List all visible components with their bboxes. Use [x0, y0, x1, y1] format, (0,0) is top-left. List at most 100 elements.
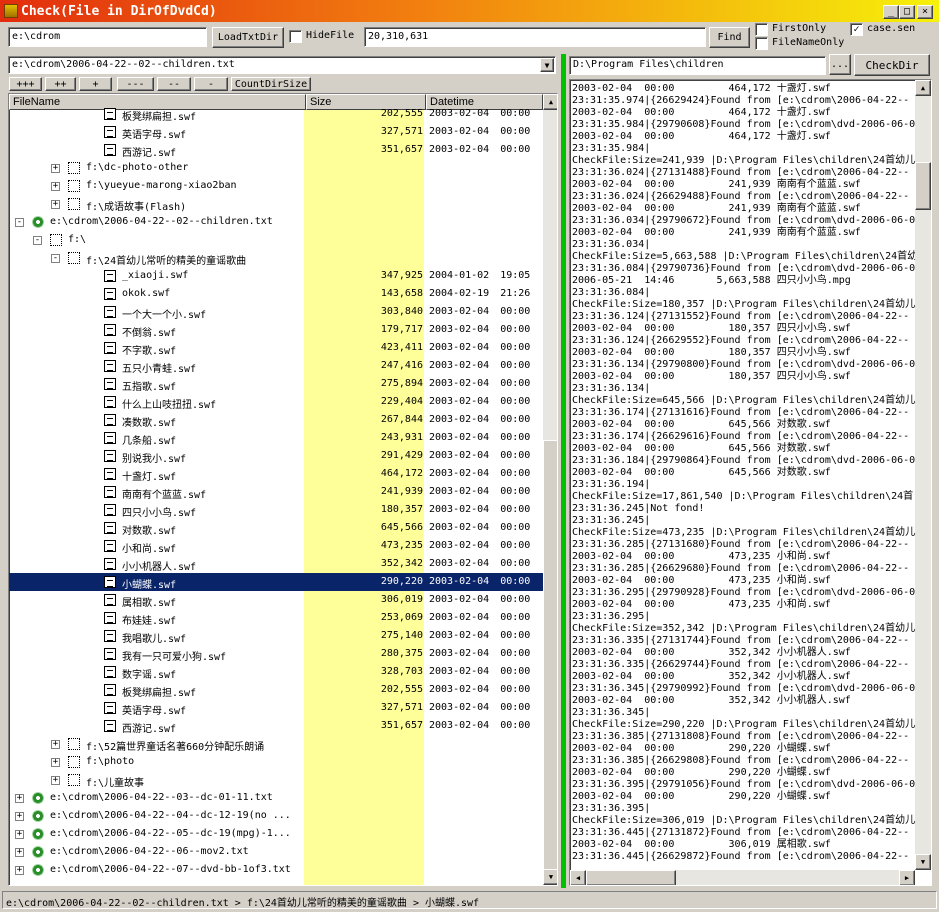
expand-plus-icon[interactable]: +	[15, 812, 24, 821]
tree-folder-row[interactable]: - f:\24首幼儿常听的精美的童谣歌曲	[9, 249, 543, 267]
firstonly-checkbox[interactable]	[755, 23, 768, 36]
tree-folder-row[interactable]: + f:\52篇世界童话名著660分钟配乐朗诵	[9, 735, 543, 753]
collapse-minus-icon[interactable]: -	[51, 254, 60, 263]
expand-plus-icon[interactable]: +	[51, 200, 60, 209]
collapse-two-button[interactable]: --	[157, 77, 191, 91]
tree-file-row[interactable]: 我唱歌儿.swf 275,140 2003-02-04 00:00	[9, 627, 543, 645]
log-vertical-scrollbar[interactable]: ▲ ▼	[915, 80, 931, 870]
tree-file-row[interactable]: 西游记.swf 351,657 2003-02-04 00:00	[9, 717, 543, 735]
tree-file-row[interactable]: 西游记.swf 351,657 2003-02-04 00:00	[9, 141, 543, 159]
casesen-checkbox[interactable]: ✓	[850, 23, 863, 36]
expand-plus-icon[interactable]: +	[15, 830, 24, 839]
log-line: 2003-02-04 00:00 473,235 小和尚.swf	[572, 575, 831, 586]
tree-file-row[interactable]: 不字歌.swf 423,411 2003-02-04 00:00	[9, 339, 543, 357]
tree-file-row[interactable]: 布娃娃.swf 253,069 2003-02-04 00:00	[9, 609, 543, 627]
panel-splitter[interactable]	[561, 54, 566, 888]
count-dir-size-button[interactable]: CountDirSize	[231, 77, 311, 91]
close-button[interactable]: ×	[917, 5, 933, 19]
row-date: 2003-02-04	[429, 306, 490, 317]
cd-icon	[32, 792, 44, 804]
tree-cd-row[interactable]: - e:\cdrom\2006-04-22--02--children.txt	[9, 213, 543, 231]
dir-input[interactable]: D:\Program Files\children	[569, 56, 826, 75]
tree-file-row[interactable]: 小小机器人.swf 352,342 2003-02-04 00:00	[9, 555, 543, 573]
tree-file-row[interactable]: 英语字母.swf 327,571 2003-02-04 00:00	[9, 699, 543, 717]
scroll-down-arrow-icon[interactable]: ▼	[543, 869, 557, 885]
browse-button[interactable]: ...	[829, 54, 851, 75]
expand-plus-icon[interactable]: +	[51, 182, 60, 191]
tree-file-row[interactable]: 数字谣.swf 328,703 2003-02-04 00:00	[9, 663, 543, 681]
expand-plus-icon[interactable]: +	[15, 866, 24, 875]
log-horizontal-scrollbar[interactable]: ◀ ▶	[570, 870, 915, 885]
log-scroll-right-arrow-icon[interactable]: ▶	[899, 870, 915, 885]
tree-file-row[interactable]: 小和尚.swf 473,235 2003-02-04 00:00	[9, 537, 543, 555]
collapse-minus-icon[interactable]: -	[33, 236, 42, 245]
tree-cd-row[interactable]: + e:\cdrom\2006-04-22--05--dc-19(mpg)-1..…	[9, 825, 543, 843]
tree-folder-row[interactable]: + f:\成语故事(Flash)	[9, 195, 543, 213]
tree-cd-row[interactable]: + e:\cdrom\2006-04-22--06--mov2.txt	[9, 843, 543, 861]
expand-all-button[interactable]: +++	[9, 77, 42, 91]
tree-file-row[interactable]: 一个大一个小.swf 303,840 2003-02-04 00:00	[9, 303, 543, 321]
maximize-button[interactable]: □	[899, 5, 915, 19]
load-txt-dir-button[interactable]: LoadTxtDir	[212, 27, 284, 48]
tree-file-row[interactable]: 不倒翁.swf 179,717 2003-02-04 00:00	[9, 321, 543, 339]
check-dir-button[interactable]: CheckDir	[854, 54, 930, 76]
expand-plus-icon[interactable]: +	[15, 794, 24, 803]
tree-file-row[interactable]: 凑数歌.swf 267,844 2003-02-04 00:00	[9, 411, 543, 429]
tree-folder-row[interactable]: + f:\儿童故事	[9, 771, 543, 789]
scroll-thumb[interactable]	[543, 440, 557, 872]
tree-folder-row[interactable]: + f:\dc-photo-other	[9, 159, 543, 177]
expand-plus-icon[interactable]: +	[51, 758, 60, 767]
tree-file-row[interactable]: 五只小青蛙.swf 247,416 2003-02-04 00:00	[9, 357, 543, 375]
left-vertical-scrollbar[interactable]: ▲ ▼	[543, 94, 557, 885]
tree-file-row[interactable]: 别说我小.swf 291,429 2003-02-04 00:00	[9, 447, 543, 465]
tree-file-row[interactable]: 南南有个蓝蓝.swf 241,939 2003-02-04 00:00	[9, 483, 543, 501]
expand-plus-icon[interactable]: +	[15, 848, 24, 857]
chevron-down-icon[interactable]: ▼	[540, 58, 554, 72]
collapse-all-button[interactable]: ---	[117, 77, 154, 91]
tree-cd-row[interactable]: + e:\cdrom\2006-04-22--03--dc-01-11.txt	[9, 789, 543, 807]
tree-file-row[interactable]: 我有一只可爱小狗.swf 280,375 2003-02-04 00:00	[9, 645, 543, 663]
tree-cd-row[interactable]: + e:\cdrom\2006-04-22--04--dc-12-19(no ..…	[9, 807, 543, 825]
log-scroll-left-arrow-icon[interactable]: ◀	[570, 870, 586, 885]
tree-file-row[interactable]: 对数歌.swf 645,566 2003-02-04 00:00	[9, 519, 543, 537]
tree-file-row[interactable]: 板凳绑扁担.swf 202,555 2003-02-04 00:00	[9, 681, 543, 699]
path-input[interactable]: e:\cdrom	[8, 27, 207, 47]
tree-cd-row[interactable]: + e:\cdrom\2006-04-22--07--dvd-bb-1of3.tx…	[9, 861, 543, 879]
expand-plus-icon[interactable]: +	[51, 776, 60, 785]
file-combo[interactable]: e:\cdrom\2006-04-22--02--children.txt ▼	[8, 56, 556, 74]
tree-file-row[interactable]: 几条船.swf 243,931 2003-02-04 00:00	[9, 429, 543, 447]
log-scroll-up-arrow-icon[interactable]: ▲	[915, 80, 931, 96]
expand-two-button[interactable]: ++	[45, 77, 76, 91]
collapse-minus-icon[interactable]: -	[15, 218, 24, 227]
log-hscroll-thumb[interactable]	[586, 870, 676, 885]
tree-file-row[interactable]: 五指歌.swf 275,894 2003-02-04 00:00	[9, 375, 543, 393]
tree-file-row[interactable]: 十盏灯.swf 464,172 2003-02-04 00:00	[9, 465, 543, 483]
log-scroll-thumb[interactable]	[915, 162, 931, 210]
tree-file-row[interactable]: 板凳绑扁担.swf 202,555 2003-02-04 00:00	[9, 105, 543, 123]
tree-file-row[interactable]: _xiaoji.swf 347,925 2004-01-02 19:05	[9, 267, 543, 285]
log-scroll-down-arrow-icon[interactable]: ▼	[915, 854, 931, 870]
tree-file-row[interactable]: okok.swf 143,658 2004-02-19 21:26	[9, 285, 543, 303]
expand-one-button[interactable]: +	[79, 77, 112, 91]
collapse-one-button[interactable]: -	[194, 77, 228, 91]
tree-file-row[interactable]: 属相歌.swf 306,019 2003-02-04 00:00	[9, 591, 543, 609]
search-input[interactable]: 20,310,631	[364, 27, 706, 47]
log-line: 23:31:36.134|{29790800}Found from [e:\cd…	[572, 359, 915, 370]
filenameonly-checkbox[interactable]	[755, 37, 768, 50]
file-tree-list[interactable]: FileName Size Datetime 板凳绑扁担.swf 202,555 2…	[8, 93, 558, 886]
tree-folder-row[interactable]: - f:\	[9, 231, 543, 249]
hidefile-checkbox[interactable]	[289, 30, 302, 43]
expand-plus-icon[interactable]: +	[51, 740, 60, 749]
scroll-up-arrow-icon[interactable]: ▲	[543, 94, 557, 110]
tree-file-row[interactable]: 什么上山吱扭扭.swf 229,404 2003-02-04 00:00	[9, 393, 543, 411]
expand-plus-icon[interactable]: +	[51, 164, 60, 173]
tree-folder-row[interactable]: + f:\photo	[9, 753, 543, 771]
log-output[interactable]: 2003-02-04 00:00 464,172 十盏灯.swf 23:31:35…	[569, 79, 932, 886]
tree-file-row[interactable]: 四只小小鸟.swf 180,357 2003-02-04 00:00	[9, 501, 543, 519]
find-button[interactable]: Find	[709, 27, 750, 48]
row-datetime: 2003-02-04 00:00	[429, 342, 530, 353]
minimize-button[interactable]: _	[883, 5, 899, 19]
tree-folder-row[interactable]: + f:\yueyue-marong-xiao2ban	[9, 177, 543, 195]
tree-file-row[interactable]: 小蝴蝶.swf 290,220 2003-02-04 00:00	[9, 573, 543, 591]
tree-file-row[interactable]: 英语字母.swf 327,571 2003-02-04 00:00	[9, 123, 543, 141]
